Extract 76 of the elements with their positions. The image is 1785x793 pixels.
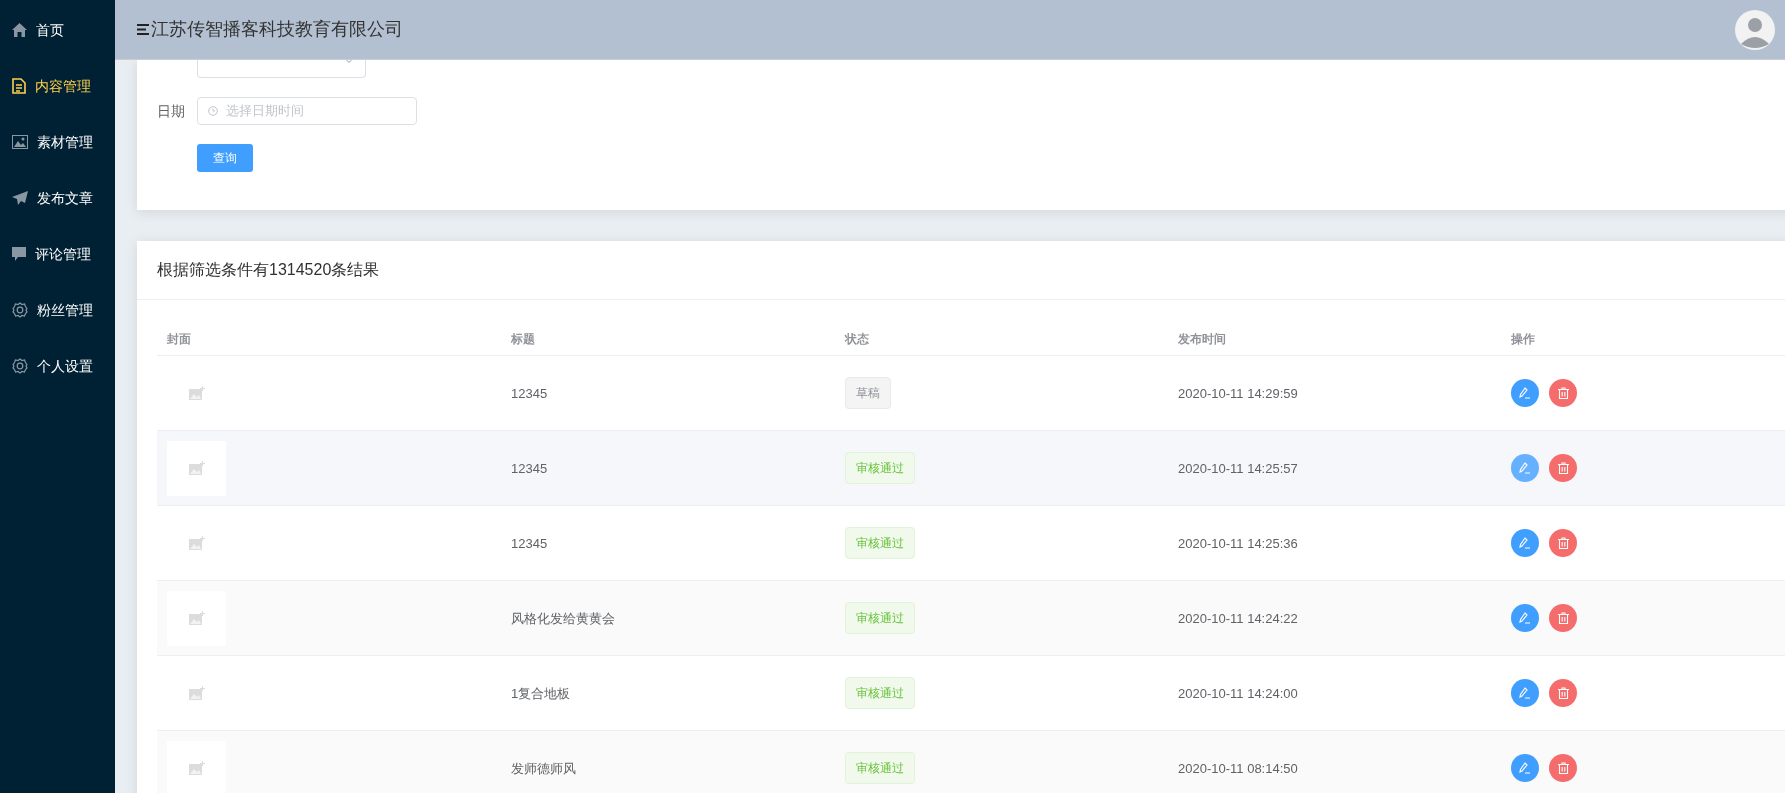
column-header: 发布时间: [1178, 331, 1226, 346]
status-tag: 审核通过: [845, 527, 915, 559]
sidebar-item[interactable]: 素材管理: [0, 114, 115, 170]
trash-icon: [1557, 537, 1569, 549]
table-cell: 1复合地板: [511, 686, 571, 701]
sidebar-item[interactable]: 内容管理: [0, 58, 115, 114]
edit-button[interactable]: [1511, 379, 1539, 407]
status-tag: 审核通过: [845, 752, 915, 784]
paper-plane-icon: [12, 191, 28, 205]
image-icon: [188, 386, 205, 400]
sidebar-item[interactable]: 首页: [0, 2, 115, 58]
status-tag: 草稿: [845, 377, 891, 409]
pencil-icon: [1519, 537, 1531, 549]
trash-icon: [1557, 387, 1569, 399]
edit-button[interactable]: [1511, 679, 1539, 707]
table-cell: 12345: [511, 461, 548, 476]
edit-button[interactable]: [1511, 529, 1539, 557]
delete-button[interactable]: [1549, 529, 1577, 557]
clock-icon: [208, 106, 218, 116]
speech-bubble-icon: [12, 247, 26, 261]
table-cell: 12345: [511, 536, 548, 551]
trash-icon: [1557, 462, 1569, 474]
pencil-icon: [1519, 387, 1531, 399]
image-icon: [12, 135, 28, 149]
column-header: 标题: [511, 331, 535, 346]
delete-button[interactable]: [1549, 604, 1577, 632]
pencil-icon: [1519, 462, 1531, 474]
pencil-icon: [1519, 612, 1531, 624]
column-header: 封面: [167, 331, 191, 346]
table-cell: 12345: [511, 386, 548, 401]
table-cell: 2020-10-11 08:14:50: [1178, 761, 1298, 776]
image-icon: [188, 761, 205, 775]
sidebar-item[interactable]: 粉丝管理: [0, 282, 115, 338]
sidebar-item[interactable]: 评论管理: [0, 226, 115, 282]
avatar[interactable]: [1735, 9, 1775, 50]
status-tag: 审核通过: [845, 677, 915, 709]
table-cell: 2020-10-11 14:24:22: [1178, 611, 1298, 626]
image-icon: [188, 461, 205, 475]
edit-button[interactable]: [1511, 754, 1539, 782]
table-cell: 2020-10-11 14:25:57: [1178, 461, 1298, 476]
table-cell: 发师德师风: [511, 761, 576, 776]
gear-icon: [12, 302, 28, 318]
table-row[interactable]: 风格化发给黄黄会 审核通过 2020-10-11 14:24:22: [157, 581, 1785, 656]
table-row[interactable]: 12345 审核通过 2020-10-11 14:25:57: [157, 431, 1785, 506]
pencil-icon: [1519, 687, 1531, 699]
table-cell: 2020-10-11 14:25:36: [1178, 536, 1298, 551]
status-tag: 审核通过: [845, 602, 915, 634]
image-icon: [188, 536, 205, 550]
sidebar-item[interactable]: 发布文章: [0, 170, 115, 226]
delete-button[interactable]: [1549, 379, 1577, 407]
status-tag: 审核通过: [845, 452, 915, 484]
field-label: 日期: [157, 101, 186, 121]
menu-icon[interactable]: [137, 24, 149, 35]
document-icon: [12, 78, 26, 94]
column-header: 操作: [1511, 331, 1535, 346]
image-icon: [188, 686, 205, 700]
table-cell: 2020-10-11 14:29:59: [1178, 386, 1298, 401]
trash-icon: [1557, 687, 1569, 699]
table-cell: 2020-10-11 14:24:00: [1178, 686, 1298, 701]
company-title: 江苏传智播客科技教育有限公司: [151, 18, 403, 41]
edit-button[interactable]: [1511, 604, 1539, 632]
table-row[interactable]: 发师德师风 审核通过 2020-10-11 08:14:50: [157, 731, 1785, 793]
trash-icon: [1557, 612, 1569, 624]
sidebar-item[interactable]: 个人设置: [0, 338, 115, 394]
delete-button[interactable]: [1549, 679, 1577, 707]
edit-button[interactable]: [1511, 454, 1539, 482]
pencil-icon: [1519, 762, 1531, 774]
trash-icon: [1557, 762, 1569, 774]
delete-button[interactable]: [1549, 754, 1577, 782]
table-cell: 风格化发给黄黄会: [511, 611, 615, 626]
image-icon: [188, 611, 205, 625]
home-icon: [12, 23, 27, 37]
gear-icon: [12, 358, 28, 374]
column-header: 状态: [845, 331, 869, 346]
results-title: 根据筛选条件有1314520条结果: [157, 260, 380, 280]
delete-button[interactable]: [1549, 454, 1577, 482]
